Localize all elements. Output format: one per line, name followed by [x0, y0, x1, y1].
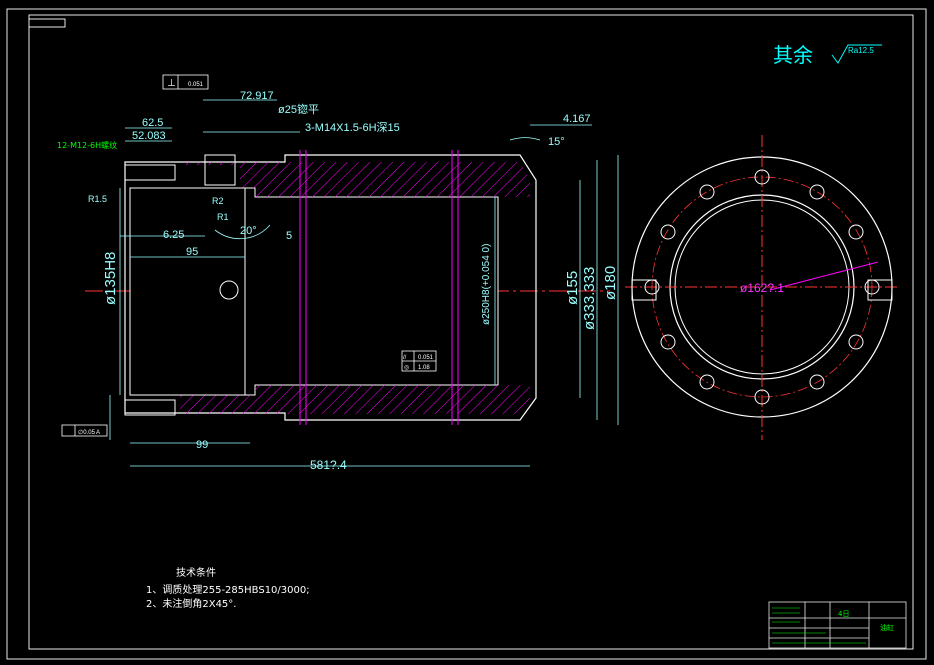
- dim-72917: 72.917: [240, 90, 274, 102]
- bore-outline: [129, 187, 499, 396]
- thread-hole-top: [124, 164, 176, 181]
- dim-r1: R1: [217, 212, 229, 222]
- dim-5814: 581?.4: [310, 458, 347, 472]
- dim-4167: 4.167: [563, 113, 591, 125]
- datum-value: ∅0.05: [78, 429, 96, 436]
- dim-counterbore: ø25锪平: [278, 103, 319, 116]
- perp-symbol: ⊥: [167, 78, 176, 89]
- dim-333: ø333.333: [581, 267, 598, 330]
- notes-line-2: 2、未注倒角2X45°.: [146, 597, 236, 610]
- dim-250h8: ø250H8(+0.054 0): [481, 244, 492, 325]
- dim-15deg: 15°: [548, 136, 565, 148]
- dim-12-m12: 12-M12-6H螺纹: [57, 140, 117, 150]
- coax-value: 1.08: [418, 365, 430, 371]
- dim-20deg: 20°: [240, 225, 257, 237]
- parallel-value: 0.051: [418, 355, 434, 361]
- coax-symbol: ◎: [404, 365, 409, 371]
- datum-letter: A: [96, 430, 100, 436]
- dim-r2: R2: [212, 196, 224, 206]
- dim-r15: R1.5: [88, 194, 107, 204]
- dim-180: ø180: [602, 266, 619, 300]
- dim-135h8: ø135H8: [102, 252, 119, 305]
- title-block-a: 4日: [838, 610, 849, 618]
- dim-99: 99: [196, 439, 208, 451]
- dim-625b: 6.25: [163, 229, 184, 241]
- dim-5: 5: [286, 230, 292, 242]
- cad-drawing: 其余 Ra12.5 ⊥ 0.051 // 0.051 ◎ 1.08 ∅0.05 …: [6, 8, 927, 660]
- dim-155: ø155: [564, 271, 581, 305]
- dim-95: 95: [186, 246, 198, 258]
- parallel-symbol: //: [403, 355, 407, 361]
- notes-line-1: 1、调质处理255-285HBS10/3000;: [146, 584, 310, 596]
- dim-52083: 52.083: [132, 130, 166, 142]
- notes-heading: 技术条件: [176, 566, 216, 579]
- title-block-b: 油缸: [880, 623, 894, 632]
- dim-625: 62.5: [142, 117, 163, 129]
- port-slot: [204, 154, 236, 186]
- perp-value: 0.051: [188, 82, 204, 88]
- roughness-value: Ra12.5: [848, 46, 874, 55]
- dim-thread: 3-M14X1.5-6H深15: [305, 121, 400, 134]
- dim-162: ø162?.1: [740, 281, 784, 295]
- corner-tag: [28, 18, 66, 28]
- surface-label: 其余: [773, 43, 813, 67]
